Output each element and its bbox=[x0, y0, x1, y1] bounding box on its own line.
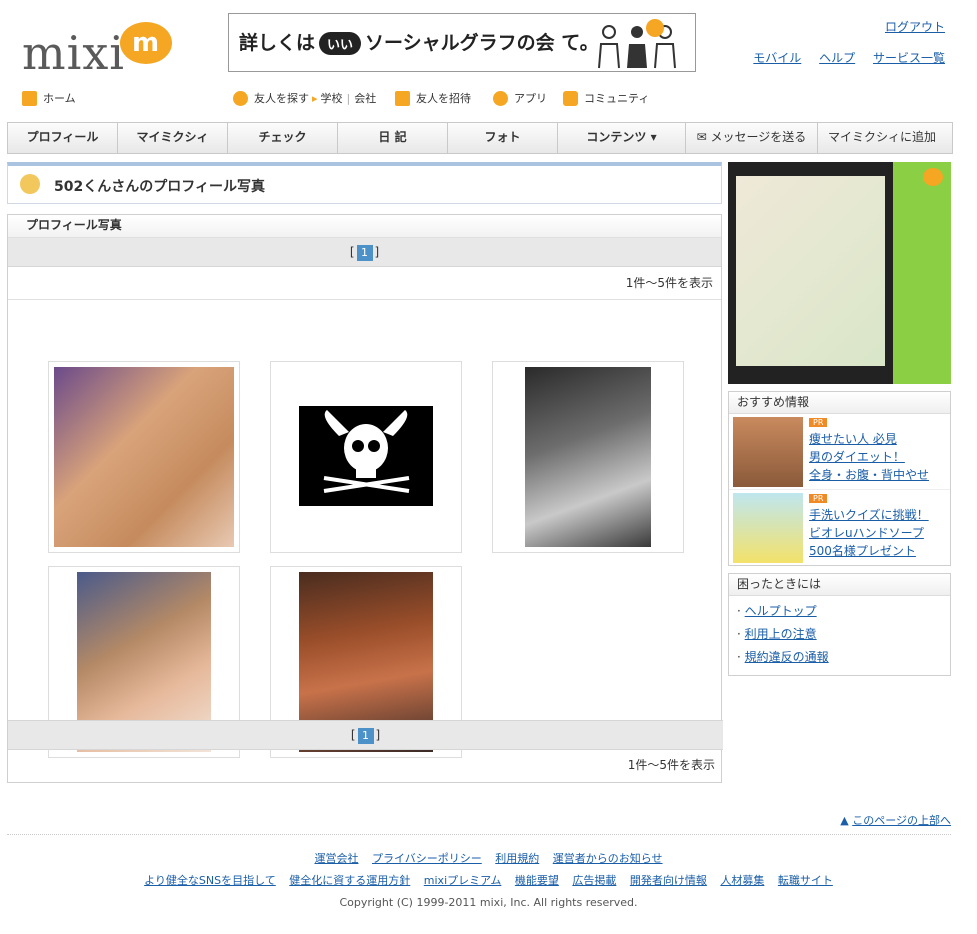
nav-community[interactable]: コミュニティ bbox=[563, 90, 649, 106]
home-icon bbox=[22, 90, 37, 106]
logout-link[interactable]: ログアウト bbox=[885, 20, 945, 34]
phone-image bbox=[728, 162, 893, 384]
pr-badge: PR bbox=[809, 494, 828, 503]
chat-icon bbox=[563, 90, 578, 106]
footer-link[interactable]: 利用規約 bbox=[495, 852, 539, 865]
footer-link[interactable]: 人材募集 bbox=[720, 874, 764, 887]
recommend-image bbox=[733, 493, 803, 563]
tab-mymixi[interactable]: マイミクシィ bbox=[118, 123, 228, 153]
pager-bottom: [1] bbox=[8, 720, 723, 750]
tab-photo[interactable]: フォト bbox=[448, 123, 558, 153]
tab-contents[interactable]: コンテンツ ▾ bbox=[558, 123, 686, 153]
puzzle-icon bbox=[493, 90, 508, 106]
main-tab-bar: プロフィール マイミクシィ チェック 日 記 フォト コンテンツ ▾ ✉ メッセ… bbox=[7, 122, 953, 154]
page-title: 502くんさんのプロフィール写真 bbox=[54, 179, 265, 195]
send-message-button[interactable]: ✉ メッセージを送る bbox=[686, 123, 818, 153]
top-right-links: ログアウト モバイル ヘルプ サービス一覧 bbox=[739, 18, 945, 74]
divider: | bbox=[346, 91, 351, 105]
add-mymixi-button[interactable]: マイミクシィに追加 bbox=[818, 123, 946, 153]
banner-text: 詳しくは いい ソーシャルグラフの会 て。 bbox=[239, 32, 599, 55]
help-box: 困ったときには · ヘルプトップ · 利用上の注意 · 規約違反の通報 bbox=[728, 573, 951, 676]
photo-thumbnail[interactable] bbox=[48, 361, 240, 553]
copyright: Copyright (C) 1999-2011 mixi, Inc. All r… bbox=[339, 896, 638, 909]
photo-image bbox=[525, 367, 651, 547]
footer-link[interactable]: プライバシーポリシー bbox=[372, 852, 482, 865]
recommend-heading: おすすめ情報 bbox=[729, 392, 950, 414]
nav-company[interactable]: 会社 bbox=[354, 90, 376, 106]
footer-link[interactable]: mixiプレミアム bbox=[424, 874, 502, 887]
recommend-box: おすすめ情報 PR 痩せたい人 必見 男のダイエット！ 全身・お腹・背中やせ P… bbox=[728, 391, 951, 566]
help-link[interactable]: ヘルプ bbox=[819, 51, 855, 65]
photo-image bbox=[299, 406, 433, 506]
profile-photo-box: プロフィール写真 [1] 1件〜5件を表示 [1] 1件〜5件を表示 bbox=[7, 214, 723, 783]
help-top-link[interactable]: ヘルプトップ bbox=[745, 604, 817, 618]
page-number-current[interactable]: 1 bbox=[357, 727, 374, 744]
logo-bubble-icon: m bbox=[120, 22, 172, 64]
arrow-up-icon: ▲ bbox=[840, 814, 849, 827]
result-count-top: 1件〜5件を表示 bbox=[8, 267, 721, 300]
people-silhouette-icon bbox=[598, 19, 676, 69]
footer: 運営会社 プライバシーポリシー 利用規約 運営者からのお知らせ より健全なSNS… bbox=[0, 848, 977, 914]
footer-link[interactable]: 機能要望 bbox=[515, 874, 559, 887]
search-icon bbox=[233, 90, 248, 106]
footer-link[interactable]: 広告掲載 bbox=[572, 874, 616, 887]
footer-link[interactable]: より健全なSNSを目指して bbox=[144, 874, 276, 887]
logo-text: mixi bbox=[22, 26, 125, 80]
pr-badge: PR bbox=[809, 418, 828, 427]
main-column: 502くんさんのプロフィール写真 プロフィール写真 [1] 1件〜5件を表示 [… bbox=[7, 162, 723, 783]
recommend-link[interactable]: 全身・お腹・背中やせ bbox=[809, 466, 929, 484]
tab-check[interactable]: チェック bbox=[228, 123, 338, 153]
recommend-item[interactable]: PR 痩せたい人 必見 男のダイエット！ 全身・お腹・背中やせ bbox=[729, 414, 950, 490]
photo-image bbox=[54, 367, 234, 547]
mixi-badge-icon bbox=[923, 168, 943, 186]
tab-profile[interactable]: プロフィール bbox=[8, 123, 118, 153]
recommend-link[interactable]: ビオレuハンドソープ bbox=[809, 524, 929, 542]
footer-link[interactable]: 運営会社 bbox=[314, 852, 358, 865]
nav-home[interactable]: ホーム bbox=[22, 90, 76, 106]
sidebar-ad-image[interactable] bbox=[728, 162, 951, 384]
report-violation-link[interactable]: 規約違反の通報 bbox=[745, 650, 829, 664]
page-number-current[interactable]: 1 bbox=[356, 244, 373, 261]
photo-thumbnail[interactable] bbox=[492, 361, 684, 553]
services-link[interactable]: サービス一覧 bbox=[873, 51, 945, 65]
recommend-link[interactable]: 手洗いクイズに挑戦！ bbox=[809, 506, 929, 524]
top-banner-ad[interactable]: 詳しくは いい ソーシャルグラフの会 て。 bbox=[228, 13, 696, 72]
recommend-link[interactable]: 500名様プレゼント bbox=[809, 542, 929, 560]
footer-link[interactable]: 運営者からのお知らせ bbox=[553, 852, 663, 865]
recommend-link[interactable]: 男のダイエット！ bbox=[809, 448, 929, 466]
footer-link[interactable]: 開発者向け情報 bbox=[630, 874, 707, 887]
user-icon bbox=[20, 174, 40, 194]
arrow-right-icon: ▸ bbox=[312, 91, 318, 105]
footer-divider bbox=[7, 834, 951, 835]
usage-notes-link[interactable]: 利用上の注意 bbox=[745, 627, 817, 641]
nav-school[interactable]: 学校 bbox=[321, 90, 343, 106]
result-count-bottom: 1件〜5件を表示 bbox=[627, 758, 715, 772]
recommend-item[interactable]: PR 手洗いクイズに挑戦！ ビオレuハンドソープ 500名様プレゼント bbox=[729, 490, 950, 565]
mail-icon bbox=[395, 90, 410, 106]
nav-invite[interactable]: 友人を招待 bbox=[395, 90, 471, 106]
help-heading: 困ったときには bbox=[729, 574, 950, 596]
nav-apps[interactable]: アプリ bbox=[493, 90, 547, 106]
page-title-box: 502くんさんのプロフィール写真 bbox=[7, 162, 722, 204]
recommend-link[interactable]: 痩せたい人 必見 bbox=[809, 430, 929, 448]
pager-top: [1] bbox=[8, 238, 721, 267]
photo-thumbnail[interactable] bbox=[270, 361, 462, 553]
right-column: おすすめ情報 PR 痩せたい人 必見 男のダイエット！ 全身・お腹・背中やせ P… bbox=[728, 162, 951, 676]
footer-link[interactable]: 健全化に資する運用方針 bbox=[289, 874, 410, 887]
tab-diary[interactable]: 日 記 bbox=[338, 123, 448, 153]
footer-link[interactable]: 転職サイト bbox=[778, 874, 833, 887]
photo-section-heading: プロフィール写真 bbox=[8, 215, 721, 238]
skull-flag-icon bbox=[323, 410, 410, 493]
sub-navigation: ホーム 友人を探す ▸ 学校 | 会社 友人を招待 アプリ コミュニティ bbox=[22, 90, 952, 110]
mobile-link[interactable]: モバイル bbox=[753, 51, 801, 65]
nav-find-friends[interactable]: 友人を探す ▸ 学校 | 会社 bbox=[233, 90, 376, 106]
map-image bbox=[736, 176, 885, 366]
page-top-link[interactable]: ▲ このページの上部へ bbox=[840, 812, 951, 828]
recommend-image bbox=[733, 417, 803, 487]
